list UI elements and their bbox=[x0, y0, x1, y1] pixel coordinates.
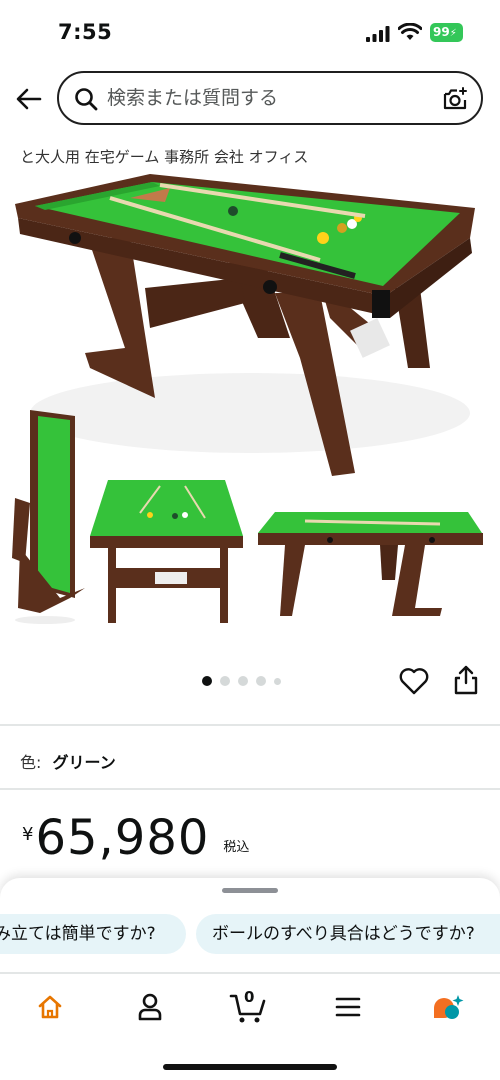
search-input[interactable] bbox=[107, 73, 427, 123]
tab-menu[interactable] bbox=[328, 990, 368, 1024]
heart-icon[interactable] bbox=[398, 666, 430, 696]
color-label: 色: bbox=[20, 753, 42, 772]
currency-symbol: ¥ bbox=[22, 824, 34, 845]
share-icon[interactable] bbox=[452, 664, 480, 696]
sheet-grabber[interactable] bbox=[222, 888, 278, 893]
tab-home[interactable] bbox=[30, 990, 70, 1024]
pool-table-main-image bbox=[15, 174, 475, 476]
home-icon bbox=[38, 995, 62, 1019]
cellular-signal-icon bbox=[366, 26, 390, 42]
color-value: グリーン bbox=[52, 753, 116, 772]
pool-table-side-image bbox=[258, 512, 483, 616]
account-icon bbox=[138, 993, 162, 1021]
tab-rufus[interactable] bbox=[428, 990, 468, 1024]
bottom-sheet: み立ては簡単ですか? ボールのすべり具合はどうですか? 0 bbox=[0, 878, 500, 1080]
home-indicator bbox=[163, 1064, 337, 1070]
status-bar: 7:55 99⚡ bbox=[0, 0, 500, 64]
back-button[interactable] bbox=[12, 82, 46, 116]
search-bar[interactable] bbox=[57, 71, 483, 125]
rufus-icon bbox=[434, 995, 464, 1019]
camera-search-icon[interactable] bbox=[441, 85, 469, 113]
image-carousel-dots[interactable] bbox=[202, 676, 281, 686]
question-chip[interactable]: み立ては簡単ですか? bbox=[0, 914, 186, 954]
tab-bar: 0 bbox=[0, 972, 500, 1044]
tax-note: 税込 bbox=[223, 840, 250, 855]
pool-table-folded-image bbox=[12, 410, 85, 624]
back-arrow-icon bbox=[16, 88, 42, 110]
carousel-dot[interactable] bbox=[238, 676, 248, 686]
battery-level: 99 bbox=[433, 25, 450, 39]
wifi-icon bbox=[398, 23, 422, 40]
menu-icon bbox=[335, 997, 361, 1017]
carousel-dot[interactable] bbox=[220, 676, 230, 686]
status-time: 7:55 bbox=[58, 20, 113, 44]
carousel-dot[interactable] bbox=[202, 676, 212, 686]
cart-count: 0 bbox=[244, 988, 255, 1006]
question-chip[interactable]: ボールのすべり具合はどうですか? bbox=[196, 914, 500, 954]
battery-icon: 99⚡ bbox=[430, 23, 463, 42]
color-selector[interactable]: 色: グリーン bbox=[20, 749, 116, 773]
carousel-dot[interactable] bbox=[274, 677, 281, 685]
price: ¥ 65,980 税込 bbox=[22, 812, 249, 865]
search-icon bbox=[75, 88, 98, 111]
tab-account[interactable] bbox=[130, 990, 170, 1024]
pool-table-front-image bbox=[90, 480, 243, 623]
product-title[interactable]: と大人用 在宅ゲーム 事務所 会社 オフィス bbox=[20, 146, 308, 167]
tab-cart[interactable]: 0 bbox=[228, 988, 268, 1024]
divider bbox=[0, 788, 500, 790]
product-image-gallery[interactable] bbox=[0, 168, 500, 668]
divider bbox=[0, 724, 500, 726]
carousel-dot[interactable] bbox=[256, 676, 266, 686]
question-chips: み立ては簡単ですか? ボールのすべり具合はどうですか? bbox=[0, 914, 500, 954]
price-amount: 65,980 bbox=[35, 810, 210, 866]
